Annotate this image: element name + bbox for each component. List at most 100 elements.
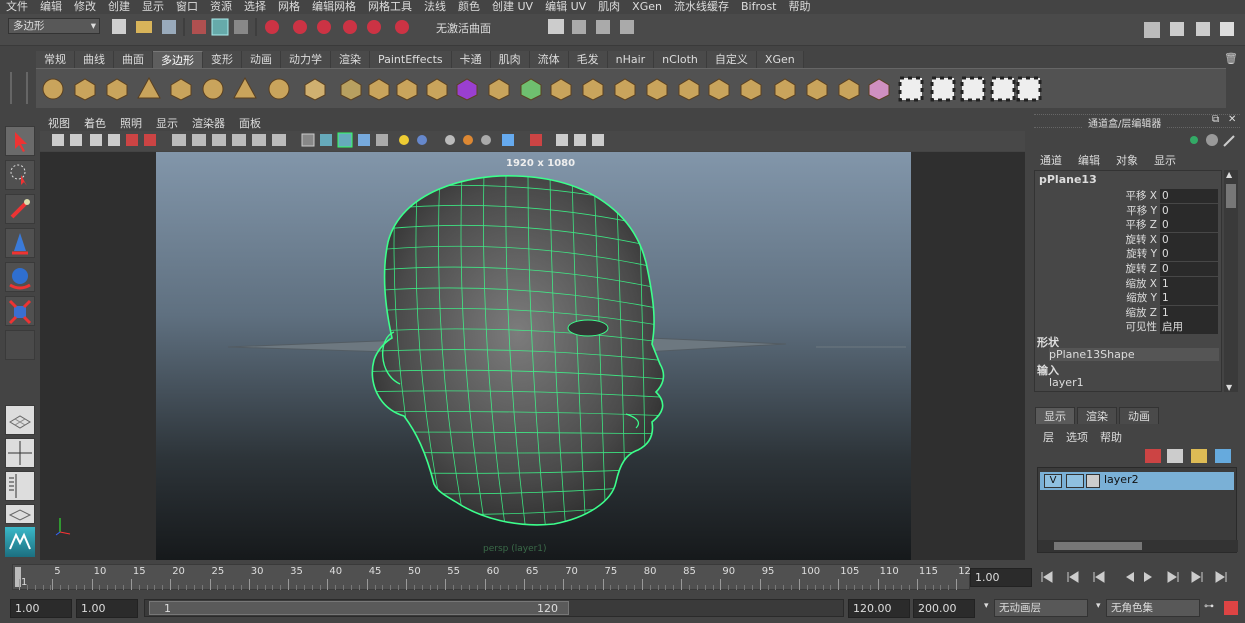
layer-name[interactable]: layer2: [1104, 473, 1139, 486]
cleanup-icon[interactable]: [454, 76, 480, 102]
outliner-layout-button[interactable]: [5, 471, 35, 501]
shelf-tab[interactable]: nCloth: [654, 51, 707, 68]
attribute-value[interactable]: 0: [1160, 189, 1218, 203]
menu-item[interactable]: 资源: [210, 0, 232, 14]
menu-item[interactable]: 编辑网格: [312, 0, 356, 14]
reduce-icon[interactable]: [486, 76, 512, 102]
paint-select-button[interactable]: [5, 194, 35, 224]
poly-platonic-icon[interactable]: [266, 76, 292, 102]
bridge-icon[interactable]: [580, 76, 606, 102]
close-icon[interactable]: ✕: [1228, 114, 1236, 125]
shelf-tab[interactable]: nHair: [607, 51, 655, 68]
attribute-value[interactable]: 启用: [1160, 320, 1218, 335]
attribute-row[interactable]: 可见性 启用: [1035, 320, 1235, 335]
poly-plane-icon[interactable]: [168, 76, 194, 102]
menu-item[interactable]: XGen: [632, 0, 662, 14]
key-icon[interactable]: ⊶: [1204, 601, 1218, 615]
layer-row[interactable]: V layer2: [1040, 472, 1234, 490]
smooth-icon[interactable]: [424, 76, 450, 102]
time-track[interactable]: 1 5 10 15 20 25 30 35 40 45 50 55 60 65 70 75 80 85 90 95 10…: [12, 564, 971, 590]
booleans-icon[interactable]: [394, 76, 420, 102]
auto-map-icon[interactable]: [990, 76, 1016, 102]
fill-hole-icon[interactable]: [644, 76, 670, 102]
persp-graph-layout-button[interactable]: [5, 504, 35, 524]
poly-cube-icon[interactable]: [72, 76, 98, 102]
menu-item[interactable]: 网格: [278, 0, 300, 14]
channelbox-menu-item[interactable]: 对象: [1116, 152, 1138, 168]
menu-item[interactable]: 窗口: [176, 0, 198, 14]
shape-node[interactable]: pPlane13Shape: [1049, 348, 1219, 361]
shelf-tab[interactable]: XGen: [756, 51, 804, 68]
shelf-tab[interactable]: 动力学: [281, 51, 331, 68]
bevel-icon[interactable]: [772, 76, 798, 102]
live-surface-label[interactable]: 无激活曲面: [436, 20, 491, 36]
combine-icon[interactable]: [302, 76, 328, 102]
menu-item[interactable]: 显示: [142, 0, 164, 14]
menuset-dropdown[interactable]: 多边形 ▾: [8, 18, 100, 34]
menu-item[interactable]: 编辑 UV: [545, 0, 586, 14]
menu-item[interactable]: 网格工具: [368, 0, 412, 14]
attribute-row[interactable]: 平移 Z0: [1035, 218, 1235, 233]
extrude-icon[interactable]: [548, 76, 574, 102]
menu-item[interactable]: 修改: [74, 0, 96, 14]
float-icon[interactable]: ⧉: [1212, 114, 1219, 125]
layer-tab[interactable]: 渲染: [1077, 407, 1117, 424]
shelf-tab[interactable]: 卡通: [451, 51, 491, 68]
shelf-tab[interactable]: 曲线: [75, 51, 114, 68]
collapse-icon[interactable]: [836, 76, 862, 102]
attribute-value[interactable]: 0: [1160, 247, 1218, 262]
planar-map-icon[interactable]: [960, 76, 986, 102]
mirror-icon[interactable]: [518, 76, 544, 102]
attribute-row[interactable]: 缩放 X1: [1035, 276, 1235, 291]
anim-end-field[interactable]: 200.00: [913, 599, 975, 618]
checker-uv-icon[interactable]: [898, 76, 924, 102]
panel-menu-item[interactable]: 面板: [239, 115, 261, 131]
menu-item[interactable]: 选择: [244, 0, 266, 14]
menu-item[interactable]: 流水线缓存: [674, 0, 729, 14]
poly-cone-icon[interactable]: [136, 76, 162, 102]
shelf-handle[interactable]: [10, 72, 28, 104]
shelf-tab[interactable]: 变形: [203, 51, 242, 68]
panel-menu-item[interactable]: 视图: [48, 115, 70, 131]
attribute-value[interactable]: 1: [1160, 291, 1218, 306]
range-slider[interactable]: 1 120: [144, 599, 844, 617]
move-tool-button[interactable]: [5, 228, 35, 258]
attribute-row[interactable]: 缩放 Y1: [1035, 291, 1235, 306]
layer-tab[interactable]: 动画: [1119, 407, 1159, 424]
shelf-tab[interactable]: 常规: [36, 51, 75, 68]
range-end-field[interactable]: 120.00: [848, 599, 910, 618]
attribute-row[interactable]: 旋转 Y0: [1035, 247, 1235, 262]
attribute-row[interactable]: 平移 Y0: [1035, 203, 1235, 218]
panel-menu-item[interactable]: 显示: [156, 115, 178, 131]
shelf-tab[interactable]: 曲面: [114, 51, 153, 68]
rotate-tool-button[interactable]: [5, 262, 35, 292]
perspective-viewport[interactable]: 1920 x 1080 persp (layer1): [40, 152, 1025, 560]
panel-menu-item[interactable]: 着色: [84, 115, 106, 131]
panel-menu-item[interactable]: 照明: [120, 115, 142, 131]
select-tool-button[interactable]: [5, 126, 35, 156]
attribute-row[interactable]: 旋转 X0: [1035, 232, 1235, 247]
lasso-tool-button[interactable]: [5, 160, 35, 190]
anim-prefs-icon[interactable]: [1224, 601, 1238, 615]
sculpt-icon[interactable]: [866, 76, 892, 102]
channelbox-scrollbar[interactable]: ▲ ▼: [1224, 170, 1238, 392]
attribute-value[interactable]: 1: [1160, 305, 1218, 320]
poly-torus-icon[interactable]: [200, 76, 226, 102]
poly-sphere-icon[interactable]: [40, 76, 66, 102]
range-start-field[interactable]: 1.00: [76, 599, 138, 618]
extract-icon[interactable]: [366, 76, 392, 102]
attribute-row[interactable]: 旋转 Z0: [1035, 262, 1235, 276]
shelf-tab[interactable]: 肌肉: [490, 51, 530, 68]
split-poly-icon[interactable]: [706, 76, 732, 102]
menu-item[interactable]: 创建: [108, 0, 130, 14]
channelbox-menu-item[interactable]: 编辑: [1078, 152, 1100, 168]
single-perspective-layout-button[interactable]: [5, 405, 35, 435]
scale-tool-button[interactable]: [5, 296, 35, 326]
layer-color-icon[interactable]: [1086, 474, 1100, 488]
current-frame-field[interactable]: 1.00: [970, 568, 1032, 587]
attribute-row[interactable]: 平移 X0: [1035, 189, 1235, 203]
attribute-value[interactable]: 0: [1160, 218, 1218, 233]
trash-icon[interactable]: 🗑: [1224, 52, 1238, 66]
shelf-tab[interactable]: 流体: [529, 51, 569, 68]
menu-item[interactable]: 编辑: [40, 0, 62, 14]
